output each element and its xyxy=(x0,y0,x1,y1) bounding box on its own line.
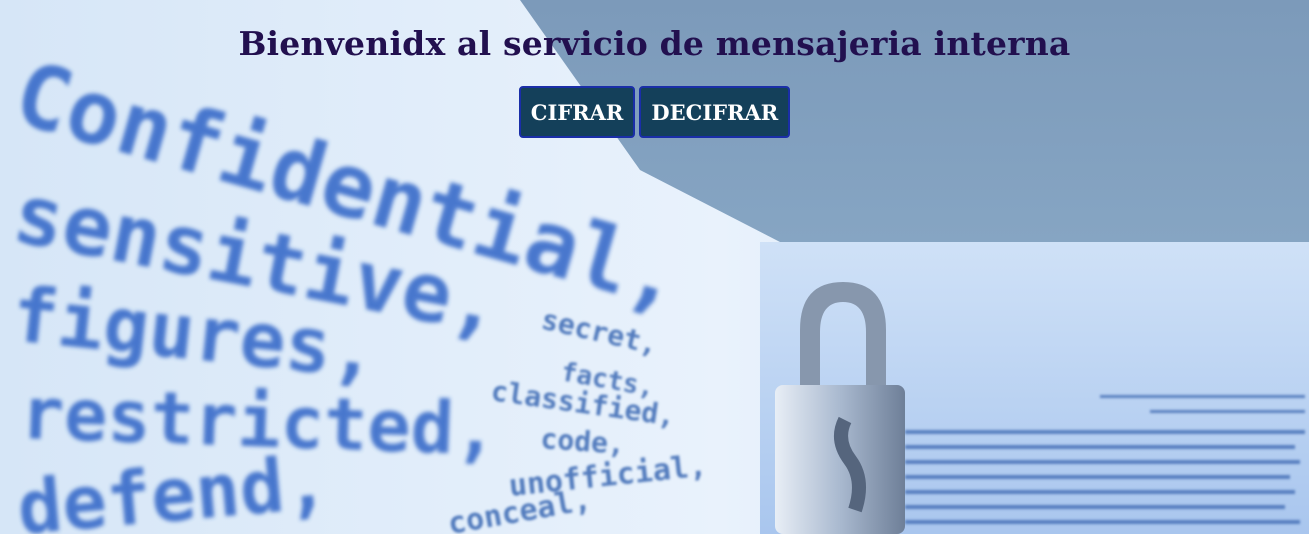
encrypt-button[interactable]: CIFRAR xyxy=(518,86,636,138)
action-buttons: CIFRAR DECIFRAR xyxy=(0,86,1309,138)
svg-text:code,: code, xyxy=(540,422,626,461)
page-title: Bienvenidx al servicio de mensajeria int… xyxy=(238,24,1071,63)
page: Confidential, sensitive, figures, restri… xyxy=(0,0,1309,534)
header: Bienvenidx al servicio de mensajeria int… xyxy=(0,0,1309,138)
decrypt-button[interactable]: DECIFRAR xyxy=(639,86,791,138)
